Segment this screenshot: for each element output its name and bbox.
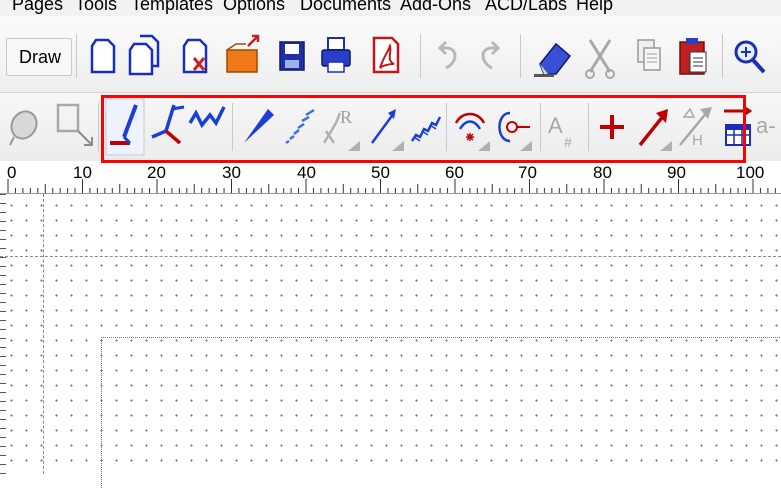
ruler-label: 80	[593, 163, 612, 182]
ruler-label: 100	[736, 163, 765, 182]
pdf-icon[interactable]	[372, 36, 400, 74]
menu-options[interactable]: Options	[223, 0, 285, 15]
trailing-tool-text: a-	[756, 113, 776, 138]
ruler-label: 70	[518, 163, 537, 182]
select-icon[interactable]	[56, 103, 93, 146]
print-icon[interactable]	[321, 37, 351, 73]
menu-documents[interactable]: Documents	[300, 0, 391, 15]
horizontal-ruler: 0 10 20 30 40 50 60 70 80 90 100	[0, 163, 781, 194]
menu-bar: Pages Tools Templates Options Documents …	[0, 0, 781, 16]
toolbar-separator	[520, 34, 521, 78]
toolbar-separator	[722, 34, 723, 78]
menu-add-ons[interactable]: Add-Ons	[400, 0, 471, 15]
guide-line-vertical	[43, 194, 44, 474]
zoom-icon[interactable]	[734, 40, 766, 74]
menu-acd-labs[interactable]: ACD/Labs	[485, 0, 567, 15]
page-boundary	[101, 337, 781, 488]
toolbar-separator	[420, 34, 421, 78]
draw-mode-label: Draw	[19, 47, 62, 67]
duplicate-page-icon[interactable]	[128, 34, 160, 76]
save-icon[interactable]	[279, 41, 305, 71]
vertical-ruler	[0, 194, 6, 474]
main-toolbar: Draw	[0, 16, 781, 93]
copy-icon[interactable]	[637, 39, 661, 71]
undo-icon[interactable]	[437, 40, 457, 70]
ruler-label: 90	[667, 163, 686, 182]
ruler-label: 60	[445, 163, 464, 182]
menu-pages[interactable]: Pages	[12, 0, 63, 15]
menu-templates[interactable]: Templates	[131, 0, 213, 15]
ruler-label: 30	[222, 163, 241, 182]
guide-line-horizontal	[0, 256, 781, 257]
paste-icon[interactable]	[679, 38, 707, 75]
menu-help[interactable]: Help	[576, 0, 613, 15]
draw-mode-button[interactable]: Draw	[6, 38, 72, 76]
cut-icon[interactable]	[585, 39, 615, 79]
delete-page-icon[interactable]	[182, 38, 208, 74]
toolbar-separator	[98, 103, 99, 151]
lasso-icon[interactable]	[7, 107, 42, 146]
new-page-icon[interactable]	[90, 38, 116, 74]
highlight-box	[101, 95, 746, 163]
eraser-icon[interactable]	[534, 42, 572, 77]
open-folder-icon[interactable]	[226, 34, 260, 73]
menu-tools[interactable]: Tools	[75, 0, 117, 15]
ruler-label: 20	[147, 163, 166, 182]
redo-icon[interactable]	[481, 40, 501, 70]
ruler-label: 0	[7, 163, 17, 182]
ruler-label: 40	[297, 163, 316, 182]
toolbar-separator	[76, 34, 77, 78]
ruler-label: 10	[73, 163, 92, 182]
ruler-label: 50	[371, 163, 390, 182]
